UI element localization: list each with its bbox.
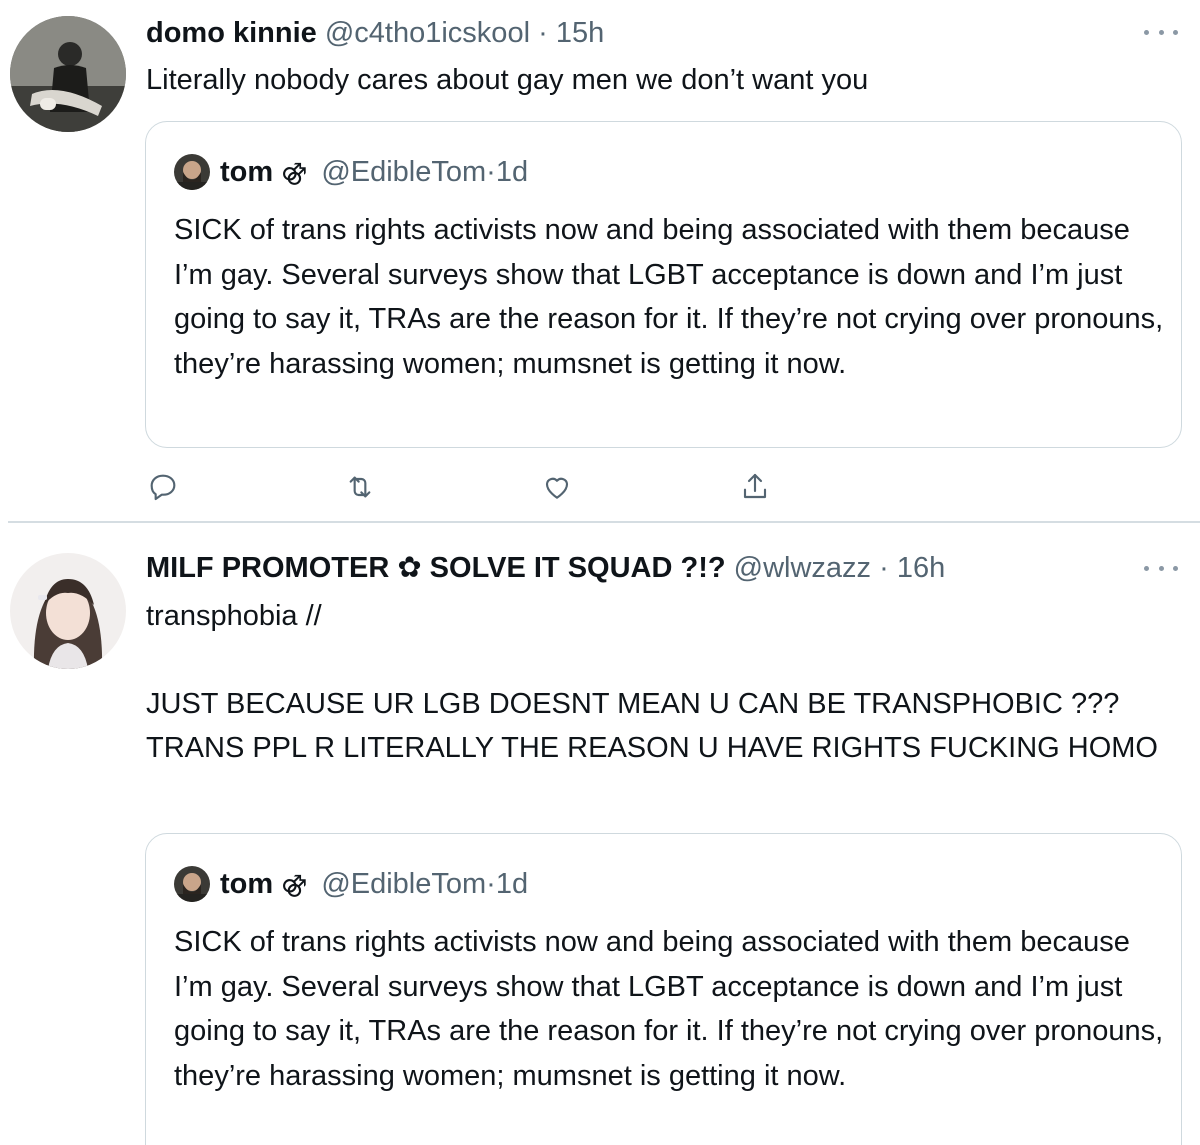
tweet-header: domo kinnie @c4tho1icskool · 15h: [146, 13, 604, 53]
quote-header: tom ⚣ @EdibleTom · 1d: [174, 864, 528, 904]
timestamp[interactable]: 16h: [897, 552, 945, 584]
tweet-header: MILF PROMOTER ✿ SOLVE IT SQUAD ?!? @wlwz…: [146, 548, 945, 588]
tweet-text: Literally nobody cares about gay men we …: [146, 64, 869, 96]
quote-avatar: [174, 866, 210, 902]
display-name[interactable]: domo kinnie: [146, 17, 317, 49]
quote-timestamp: 1d: [495, 867, 529, 900]
separator-dot: ·: [538, 17, 548, 49]
tweet-text: transphobia // JUST BECAUSE UR LGB DOESN…: [146, 600, 1158, 764]
like-icon[interactable]: [537, 467, 577, 507]
handle[interactable]: @wlwzazz: [734, 552, 871, 584]
quote-text: SICK of trans rights activists now and b…: [174, 214, 1164, 380]
quoted-tweet[interactable]: tom ⚣ @EdibleTom · 1d SICK of trans righ…: [145, 833, 1182, 1145]
timestamp[interactable]: 15h: [556, 17, 604, 49]
avatar[interactable]: [10, 16, 126, 132]
reply-icon[interactable]: [143, 467, 183, 507]
more-options-icon[interactable]: [1144, 22, 1178, 42]
gender-symbol-icon: ⚣: [281, 870, 308, 898]
quote-handle: @EdibleTom: [321, 155, 487, 188]
retweet-icon[interactable]: [340, 467, 380, 507]
separator-dot: ·: [486, 867, 496, 900]
avatar[interactable]: [10, 553, 126, 669]
quote-handle: @EdibleTom: [321, 867, 487, 900]
share-icon[interactable]: [735, 467, 775, 507]
display-name[interactable]: MILF PROMOTER ✿ SOLVE IT SQUAD ?!?: [146, 552, 726, 584]
quote-display-name: tom: [220, 155, 274, 188]
quote-text: SICK of trans rights activists now and b…: [174, 926, 1164, 1092]
more-options-icon[interactable]: [1144, 558, 1178, 578]
tweet[interactable]: MILF PROMOTER ✿ SOLVE IT SQUAD ?!? @wlwz…: [0, 523, 1200, 1145]
gender-symbol-icon: ⚣: [281, 158, 308, 186]
quote-timestamp: 1d: [495, 155, 529, 188]
quote-header: tom ⚣ @EdibleTom · 1d: [174, 152, 528, 192]
separator-dot: ·: [486, 155, 496, 188]
handle[interactable]: @c4tho1icskool: [325, 17, 530, 49]
quoted-tweet[interactable]: tom ⚣ @EdibleTom · 1d SICK of trans righ…: [145, 121, 1182, 448]
quote-display-name: tom: [220, 867, 274, 900]
tweet[interactable]: domo kinnie @c4tho1icskool · 15h Literal…: [0, 0, 1200, 521]
separator-dot: ·: [879, 552, 889, 584]
quote-avatar: [174, 154, 210, 190]
